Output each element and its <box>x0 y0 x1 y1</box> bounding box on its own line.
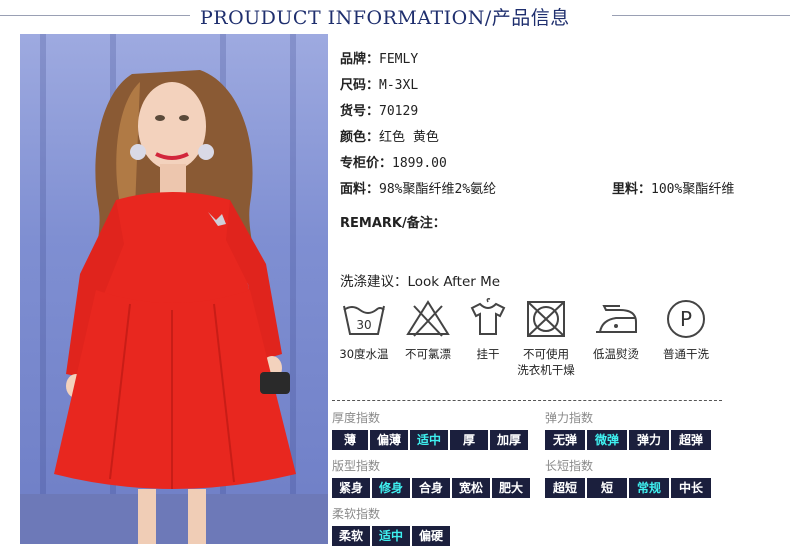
length-chip: 中长 <box>671 478 711 498</box>
length-label: 长短指数 <box>545 459 594 473</box>
thickness-label: 厚度指数 <box>332 411 381 425</box>
fit-chip: 合身 <box>412 478 450 498</box>
model-figure <box>54 70 296 544</box>
length-chip-selected: 常规 <box>629 478 669 498</box>
info-price: 专柜价：1899.00 <box>340 156 447 171</box>
thickness-chip: 加厚 <box>490 430 528 450</box>
dry-clean-p-icon: P 普通干洗 <box>654 298 718 362</box>
wash-30-icon: 30 30度水温 <box>332 298 396 362</box>
fit-chip-selected: 修身 <box>372 478 410 498</box>
softness-chip: 偏硬 <box>412 526 450 546</box>
elasticity-chip: 无弹 <box>545 430 585 450</box>
softness-label: 柔软指数 <box>332 507 381 521</box>
no-bleach-icon: 不可氯漂 <box>396 298 460 362</box>
info-item-no: 货号：70129 <box>340 104 419 119</box>
product-photo <box>20 34 328 544</box>
header-rule-left <box>0 15 190 16</box>
low-iron-icon: 低温熨烫 <box>584 298 648 362</box>
elasticity-chip-selected: 微弹 <box>587 430 627 450</box>
info-remark: REMARK/备注： <box>340 216 446 231</box>
thickness-chips: 薄 偏薄 适中 厚 加厚 <box>332 430 528 450</box>
svg-text:30: 30 <box>356 318 371 332</box>
fit-chip: 紧身 <box>332 478 370 498</box>
no-tumble-dry-icon: 不可使用 洗衣机干燥 <box>514 298 578 378</box>
fit-chip: 肥大 <box>492 478 530 498</box>
info-color: 颜色：红色 黄色 <box>340 130 439 145</box>
info-brand: 品牌：FEMLY <box>340 52 419 67</box>
elasticity-chips: 无弹 微弹 弹力 超弹 <box>545 430 711 450</box>
info-size: 尺码：M-3XL <box>340 78 419 93</box>
elasticity-label: 弹力指数 <box>545 411 594 425</box>
softness-chips: 柔软 适中 偏硬 <box>332 526 450 546</box>
thickness-chip-selected: 适中 <box>410 430 448 450</box>
thickness-chip: 薄 <box>332 430 368 450</box>
info-lining: 里料：100%聚酯纤维 <box>612 182 735 197</box>
care-title: 洗涤建议：Look After Me <box>340 274 501 290</box>
thickness-chip: 偏薄 <box>370 430 408 450</box>
length-chip: 短 <box>587 478 627 498</box>
elasticity-chip: 弹力 <box>629 430 669 450</box>
fit-chips: 紧身 修身 合身 宽松 肥大 <box>332 478 530 498</box>
length-chips: 超短 短 常规 中长 <box>545 478 711 498</box>
softness-chip-selected: 适中 <box>372 526 410 546</box>
elasticity-chip: 超弹 <box>671 430 711 450</box>
fit-chip: 宽松 <box>452 478 490 498</box>
hang-dry-icon: 挂干 <box>456 298 520 362</box>
fit-label: 版型指数 <box>332 459 381 473</box>
header-rule-right <box>612 15 790 16</box>
section-header: PROUDUCT INFORMATION/产品信息 <box>0 0 790 34</box>
section-title: PROUDUCT INFORMATION/产品信息 <box>200 7 570 29</box>
divider <box>332 400 722 401</box>
svg-text:P: P <box>680 307 692 331</box>
length-chip: 超短 <box>545 478 585 498</box>
softness-chip: 柔软 <box>332 526 370 546</box>
thickness-chip: 厚 <box>450 430 488 450</box>
